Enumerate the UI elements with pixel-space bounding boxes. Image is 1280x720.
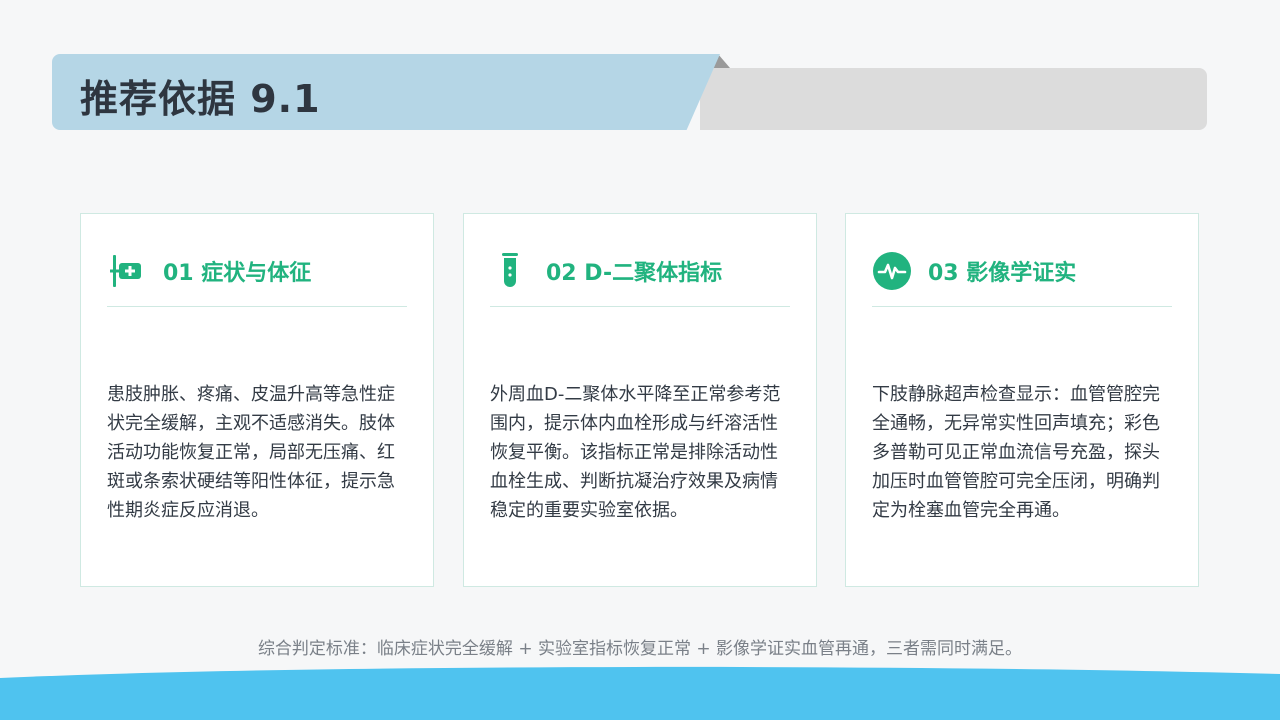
card-body: 外周血D-二聚体水平降至正常参考范围内，提示体内血栓形成与纤溶活性恢复平衡。该指… xyxy=(490,384,781,521)
bottom-wave xyxy=(0,666,1280,720)
pulse-monitor-icon xyxy=(872,251,912,291)
card-d-dimer: 02 D-二聚体指标 外周血D-二聚体水平降至正常参考范围内，提示体内血栓形成与… xyxy=(463,213,817,587)
card-divider xyxy=(872,306,1172,307)
footer-note: 综合判定标准：临床症状完全缓解 + 实验室指标恢复正常 + 影像学证实血管再通，… xyxy=(257,639,1023,659)
title-band-gray xyxy=(700,68,1207,130)
card-body: 下肢静脉超声检查显示：血管管腔完全通畅，无异常实性回声填充；彩色多普勒可见正常血… xyxy=(872,384,1160,521)
card-title: 01 症状与体征 xyxy=(163,261,312,286)
page-title: 推荐依据 9.1 xyxy=(80,77,321,121)
card-header: 03 影像学证实 xyxy=(872,250,1172,292)
card-title: 02 D-二聚体指标 xyxy=(546,261,723,286)
card-body: 患肢肿胀、疼痛、皮温升高等急性症状完全缓解，主观不适感消失。肢体活动功能恢复正常… xyxy=(107,384,395,521)
card-header: 01 症状与体征 xyxy=(107,250,407,292)
clinic-plus-icon xyxy=(107,251,147,291)
card-imaging: 03 影像学证实 下肢静脉超声检查显示：血管管腔完全通畅，无异常实性回声填充；彩… xyxy=(845,213,1199,587)
card-title: 03 影像学证实 xyxy=(928,261,1077,286)
card-divider xyxy=(490,306,790,307)
card-header: 02 D-二聚体指标 xyxy=(490,250,790,292)
card-divider xyxy=(107,306,407,307)
test-tube-icon xyxy=(490,251,530,291)
card-symptoms: 01 症状与体征 患肢肿胀、疼痛、皮温升高等急性症状完全缓解，主观不适感消失。肢… xyxy=(80,213,434,587)
